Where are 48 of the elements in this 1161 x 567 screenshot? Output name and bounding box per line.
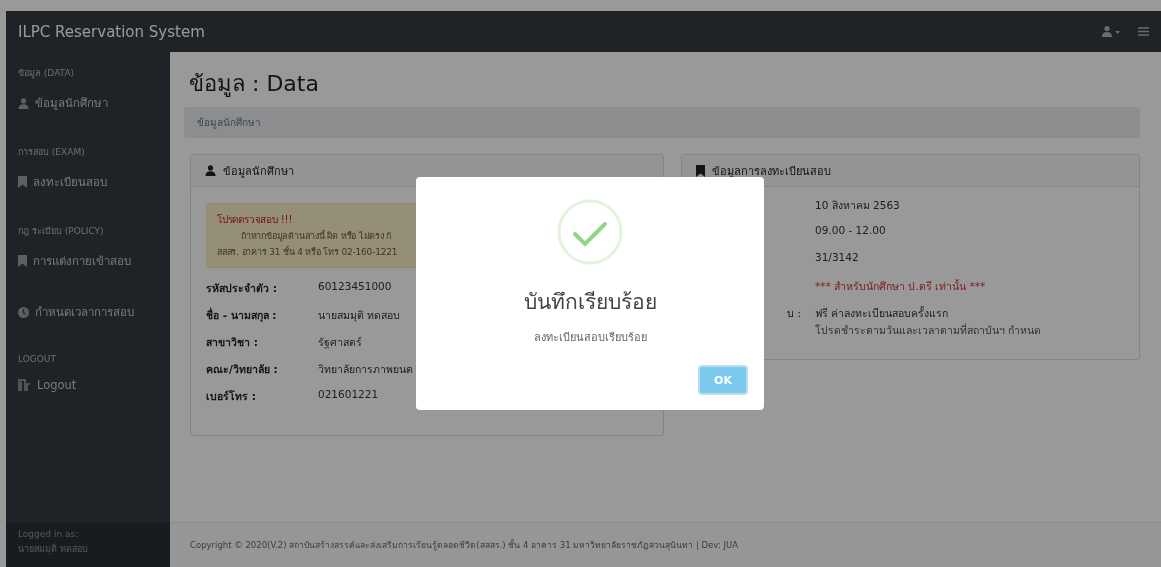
dialog-title: บันทึกเรียบร้อย [523,289,657,316]
user-menu-icon[interactable] [1102,26,1120,37]
bookmark-icon [696,164,705,177]
page-title: ข้อมูล : Data [189,70,320,99]
field-label: รหัสประจำตัว : [206,281,278,296]
field-value: 10 สิงหาคม 2563 [815,198,900,213]
footer-copyright: Copyright © 2020(V.2) สถาบันสร้างสรรค์และส่งเสริมการเรียนรู้ตลอดชีวิต(สสสร.) ชั้น 4 อาคาร 31 มหาวิทยาลัยราชภัฏสวนสุนันทา | Dev: JUA [190,538,738,552]
field-label: บ : [786,306,802,321]
sidebar-link[interactable]: กำหนดเวลาการสอบ [18,303,158,321]
field-label: สาขาวิชา : [206,335,259,350]
field-value: วิทยาลัยการภาพยนต [318,362,413,377]
section-heading: การสอบ (EXAM) [18,146,86,159]
alert-text: ถ้าหากข้อมูลด้านล่างนี้ ผิด หรือ ไม่ตรง กั [241,229,392,243]
menu-icon[interactable] [1138,27,1149,36]
section-heading: ข้อมูล (DATA) [18,67,76,80]
field-note: โปรดชำระตามวันและเวลาตามที่สถาบันฯ กำหนด [815,322,1042,338]
field-value: 09.00 - 12.00 [815,224,886,236]
field-label: เบอร์โทร : [206,389,257,404]
field-value: ฟรี ค่าลงทะเบียนสอบครั้งแรก [815,305,949,321]
user-icon [18,97,29,109]
section-heading: กฎ ระเบียบ (POLICY) [18,225,105,238]
sidebar-link[interactable]: Logout [18,378,158,392]
sidebar-link[interactable]: การแต่งกายเข้าสอบ [18,252,158,270]
field-value: 31/3142 [815,251,859,263]
field-value: 021601221 [318,388,379,400]
breadcrumb: ข้อมูลนักศึกษา [184,107,1140,138]
field-value: รัฐศาสตร์ [318,335,362,351]
field-label: คณะ/วิทยาลัย : [206,362,279,377]
bookmark-icon [18,176,27,188]
field-label: ชื่อ - นามสกุล : [206,307,278,324]
logged-in-user: นายสมมุติ ทดสอบ [18,543,89,556]
field-value: *** สำหรับนักศึกษา ป.ตรี เท่านั้น *** [815,278,986,294]
clock-icon [18,306,29,318]
alert-title: โปรดตรวจสอบ !!! [217,213,293,227]
card-title: ข้อมูลการลงทะเบียนสอบ [712,163,831,180]
user-icon [205,165,216,176]
alert-text: สสสร. อาคาร 31 ชั้น 4 หรือ โทร 02-160-1221 [217,245,398,259]
door-icon [18,379,31,391]
field-value: นายสมมุติ ทดสอบ [318,308,401,324]
field-value: 60123451000 [318,280,392,292]
app-brand[interactable]: ILPC Reservation System [18,22,205,41]
sidebar-link[interactable]: ข้อมูลนักศึกษา [18,94,158,112]
sidebar-link[interactable]: ลงทะเบียนสอบ [18,173,158,191]
dialog-message: ลงทะเบียนสอบเรียบร้อย [533,330,647,346]
section-heading: LOGOUT [18,354,57,364]
success-check-icon [557,199,623,265]
bookmark-icon [18,255,27,267]
card-title: ข้อมูลนักศึกษา [223,163,294,180]
